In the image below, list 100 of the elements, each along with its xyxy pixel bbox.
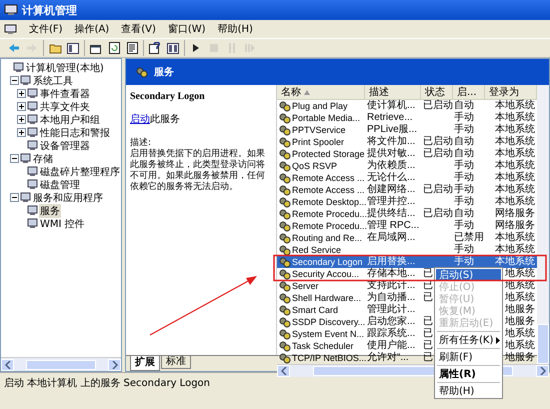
expand-icon[interactable] (17, 128, 26, 137)
collapse-icon[interactable] (10, 76, 19, 85)
tree-item[interactable]: 系统工具 (32, 74, 74, 88)
service-name: Protected Storage (292, 148, 365, 160)
menu-item[interactable]: 文件(F) (29, 22, 63, 36)
menu-item[interactable]: 属性(R) (436, 368, 501, 380)
name-cell[interactable]: Red Service (277, 244, 365, 256)
tree-node-icon (27, 166, 38, 177)
name-cell[interactable]: Security Accou... (277, 268, 365, 280)
refresh-icon (108, 42, 120, 54)
column-header[interactable]: 名称 (277, 85, 365, 99)
vertical-scrollbar[interactable] (537, 85, 549, 364)
tree-item[interactable]: 磁盘管理 (39, 178, 81, 192)
logon-cell: 地服务 (505, 304, 535, 315)
logon-cell: 地系统 (505, 328, 535, 339)
name-cell[interactable]: QoS RSVP (277, 160, 365, 172)
tree-node-icon (27, 114, 38, 125)
description-cell: 提供终结... (367, 208, 416, 219)
tree-item[interactable]: 事件查看器 (39, 86, 91, 100)
start-link[interactable]: 启动 (130, 114, 150, 125)
name-cell[interactable]: PPTVService (277, 124, 365, 136)
tree-item[interactable]: 性能日志和警报 (39, 126, 111, 140)
pane-title: 服务 (154, 66, 174, 79)
name-cell[interactable]: Secondary Logon (277, 256, 365, 268)
name-cell[interactable]: TCP/IP NetBIOS... (277, 352, 365, 364)
column-header[interactable]: 状态 (421, 85, 453, 99)
logon-cell: 地服务 (505, 316, 535, 327)
gear-icon (279, 208, 291, 220)
description-cell: 存储本地... (367, 268, 416, 279)
name-cell[interactable]: Smart Card (277, 304, 365, 316)
name-cell[interactable]: Plug and Play (277, 100, 365, 112)
scroll-right-icon[interactable] (112, 360, 118, 368)
scroll-left-icon[interactable] (280, 367, 286, 375)
gear-icon (279, 256, 291, 268)
status-text: 启动 本地计算机 上的服务 Secondary Logon (4, 376, 210, 390)
name-cell[interactable]: Shell Hardware... (277, 292, 365, 304)
menu-item[interactable]: 帮助(H) (436, 385, 501, 397)
collapse-icon[interactable] (10, 193, 19, 202)
gear-icon (279, 316, 291, 328)
menu-item[interactable]: 所有任务(K) (436, 334, 501, 346)
tree-node-icon (13, 62, 24, 73)
startup-cell: 手动 (454, 184, 474, 195)
name-cell[interactable]: Remote Desktop... (277, 196, 365, 208)
column-header[interactable]: 启... (453, 85, 485, 99)
expand-icon[interactable] (17, 102, 26, 111)
scroll-right-icon[interactable] (540, 367, 546, 375)
view-tab[interactable]: 扩展 (130, 356, 160, 371)
tree-item[interactable]: 服务和应用程序 (32, 190, 104, 204)
menu-item[interactable]: 操作(A) (74, 22, 110, 36)
expand-icon[interactable] (17, 89, 26, 98)
panel-icon (167, 42, 179, 54)
tree-item[interactable]: WMI 控件 (39, 216, 86, 230)
submenu-arrow-icon (496, 336, 500, 344)
description-cell: 无论什么... (367, 172, 416, 183)
tree-item[interactable]: 计算机管理(本地) (25, 60, 105, 74)
tree-node-icon (20, 75, 31, 86)
description-text: 启用替换凭据下的启用进程。如果此服务被终止，此类型登录访问将不可用。如果此服务被禁用，任何依赖它的服务将无法启动。 (130, 149, 266, 193)
play-icon (192, 43, 200, 53)
tree-item[interactable]: 服务 (39, 204, 61, 218)
expand-icon[interactable] (17, 115, 26, 124)
name-cell[interactable]: Routing and Re... (277, 232, 365, 244)
toolbar-button[interactable] (147, 40, 163, 56)
name-cell[interactable]: Task Scheduler (277, 340, 365, 352)
name-cell[interactable]: Server (277, 280, 365, 292)
name-cell[interactable]: Remote Access ... (277, 172, 365, 184)
name-cell[interactable]: Portable Media... (277, 112, 365, 124)
service-name: Secondary Logon (130, 91, 206, 102)
name-cell[interactable]: SSDP Discovery... (277, 316, 365, 328)
name-cell[interactable]: Remote Access ... (277, 184, 365, 196)
service-name: Server (292, 280, 319, 292)
column-header[interactable]: 描述 (365, 85, 421, 99)
status-cell: 已启动 (423, 208, 453, 219)
service-name: Task Scheduler (292, 340, 354, 352)
tree-item[interactable]: 本地用户和组 (39, 112, 101, 126)
toolbar-button[interactable] (124, 40, 140, 56)
menu-item[interactable]: 启动(S) (436, 269, 501, 281)
name-cell[interactable]: Print Spooler (277, 136, 365, 148)
tree-item[interactable]: 存储 (32, 152, 54, 166)
horizontal-scrollbar[interactable] (1, 357, 121, 371)
name-cell[interactable]: Protected Storage (277, 148, 365, 160)
tree-item[interactable]: 设备管理器 (39, 138, 91, 152)
menu-item[interactable]: 刷新(F) (436, 351, 501, 363)
menu-item[interactable]: 窗口(W) (168, 22, 206, 36)
tree-item[interactable]: 共享文件夹 (39, 100, 91, 114)
name-cell[interactable]: Remote Procedu... (277, 220, 365, 232)
menu-item[interactable]: 查看(V) (121, 22, 156, 36)
logon-cell: 地系统 (505, 268, 535, 279)
toolbar-button[interactable] (65, 40, 81, 56)
gear-icon (279, 172, 291, 184)
menu-item[interactable]: 帮助(H) (218, 22, 253, 36)
name-cell[interactable]: Remote Procedu... (277, 208, 365, 220)
collapse-icon[interactable] (10, 154, 19, 163)
view-tab[interactable]: 标准 (161, 356, 191, 369)
name-cell[interactable]: System Event N... (277, 328, 365, 340)
logon-cell: 本地系统 (495, 232, 535, 243)
restart-icon (244, 43, 256, 53)
scroll-left-icon[interactable] (4, 360, 10, 368)
toolbar-button[interactable] (165, 40, 181, 56)
tree-item[interactable]: 磁盘碎片整理程序 (39, 164, 121, 178)
toolbar-button[interactable] (106, 40, 122, 56)
